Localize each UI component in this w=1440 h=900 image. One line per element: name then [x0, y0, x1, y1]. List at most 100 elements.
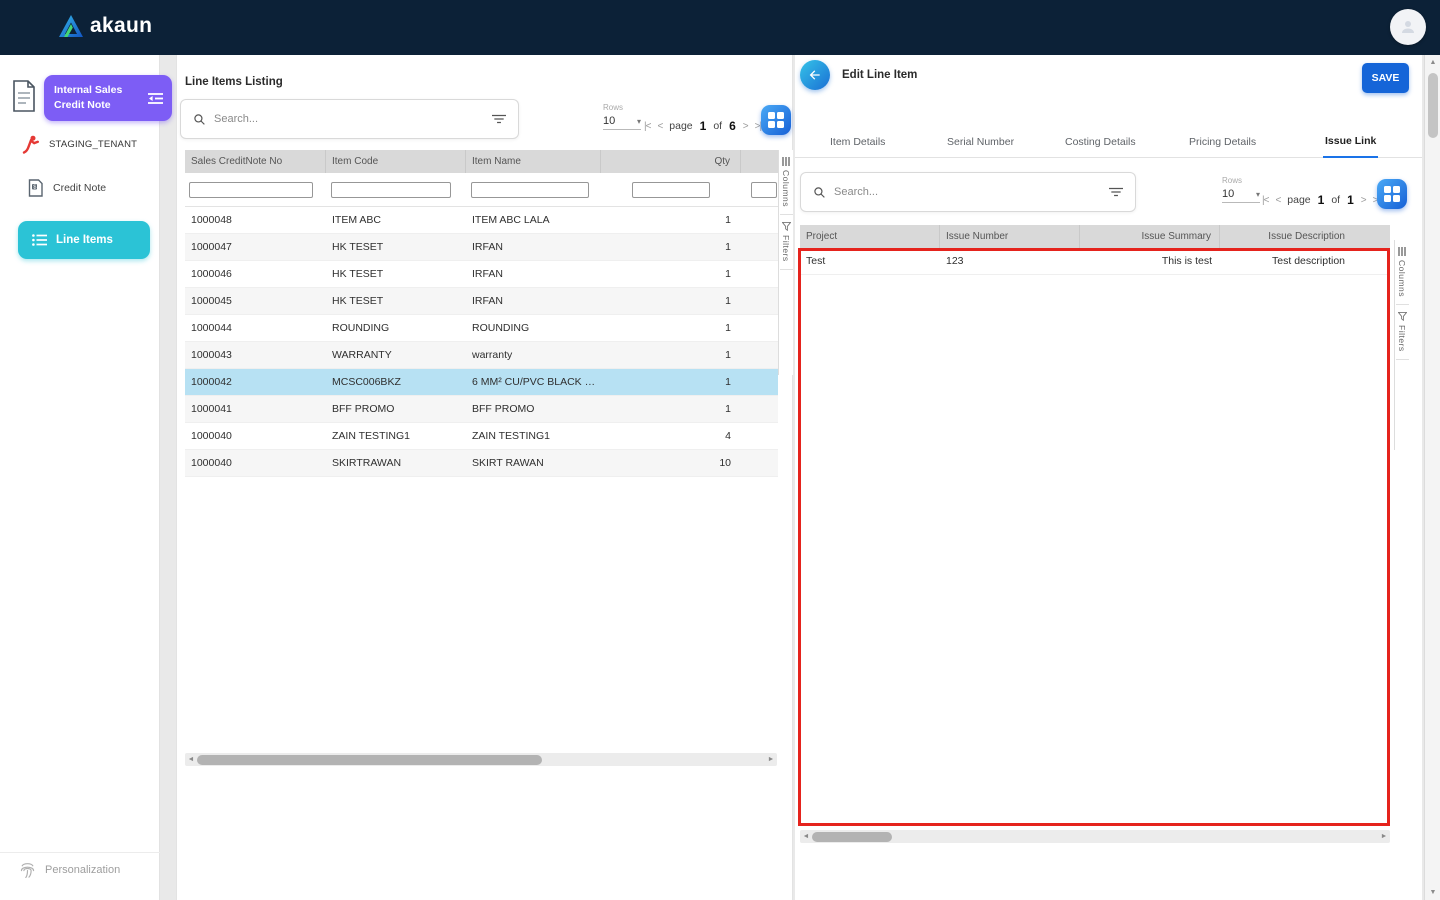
tab-item-details[interactable]: Item Details	[828, 125, 887, 158]
table-row[interactable]: 1000040SKIRTRAWANSKIRT RAWAN10	[185, 450, 778, 477]
sidebar-item-internal-sales-credit-note[interactable]: Internal Sales Credit Note	[44, 75, 172, 121]
current-page: 1	[700, 119, 707, 133]
cell-code: ITEM ABC	[326, 214, 466, 226]
scroll-left-icon[interactable]: ◄	[800, 830, 812, 843]
grid-view-button[interactable]	[1377, 179, 1407, 209]
scrollbar-track[interactable]	[812, 830, 1378, 843]
user-avatar-button[interactable]	[1390, 9, 1426, 45]
collapse-menu-button[interactable]	[142, 85, 168, 111]
scroll-left-icon[interactable]: ◄	[185, 753, 197, 766]
main-vertical-scrollbar[interactable]: ▲ ▼	[1424, 55, 1440, 900]
listing-title: Line Items Listing	[185, 76, 283, 88]
table-row[interactable]: 1000048ITEM ABCITEM ABC LALA1	[185, 207, 778, 234]
cell-code: SKIRTRAWAN	[326, 457, 466, 469]
filter-list-icon[interactable]	[1109, 186, 1123, 198]
tab-pricing-details[interactable]: Pricing Details	[1187, 125, 1258, 158]
tenant-icon	[22, 135, 39, 154]
sidebar-item-personalization[interactable]: Personalization	[20, 861, 120, 878]
cell-name: IRFAN	[466, 268, 601, 280]
first-page-button[interactable]: |<	[644, 121, 650, 132]
editor-horizontal-scrollbar[interactable]: ◄ ►	[800, 830, 1390, 843]
scrollbar-thumb[interactable]	[197, 755, 542, 765]
current-page: 1	[1318, 193, 1325, 207]
table-row[interactable]: 1000047HK TESETIRFAN1	[185, 234, 778, 261]
table-row[interactable]: 1000043WARRANTYwarranty1	[185, 342, 778, 369]
credit-note-label: Credit Note	[53, 182, 106, 194]
cell-code: ZAIN TESTING1	[326, 430, 466, 442]
scroll-right-icon[interactable]: ►	[1378, 830, 1390, 843]
cell-name: 6 MM² CU/PVC BLACK CABLE 1...	[466, 376, 601, 388]
tab-costing-details[interactable]: Costing Details	[1063, 125, 1138, 158]
scrollbar-track[interactable]	[197, 753, 765, 766]
tab-issue-link[interactable]: Issue Link	[1323, 125, 1378, 158]
table-row[interactable]: 1000045HK TESETIRFAN1	[185, 288, 778, 315]
fingerprint-icon	[20, 861, 35, 878]
columns-rail-label: Columns	[1397, 260, 1407, 297]
back-button[interactable]	[800, 60, 830, 90]
cell-qty: 1	[601, 241, 741, 253]
table-row[interactable]: Test123This is testTest description	[800, 248, 1390, 275]
app-root: akaun Internal Sales Credit Note STAGING…	[0, 0, 1440, 900]
svg-text:$: $	[33, 185, 36, 191]
next-page-button[interactable]: >	[1361, 195, 1366, 206]
rows-per-page-select[interactable]: 10 ▾	[1222, 188, 1260, 203]
annotation-rectangle	[798, 248, 1390, 826]
filters-rail-button[interactable]: Filters	[1397, 312, 1407, 352]
cell-code: MCSC006BKZ	[326, 376, 466, 388]
table-row[interactable]: 1000041BFF PROMOBFF PROMO1	[185, 396, 778, 423]
grid-icon	[1384, 186, 1401, 203]
filter-funnel-icon	[1398, 312, 1407, 321]
columns-rail-button[interactable]: Columns	[781, 157, 791, 207]
columns-rail-button[interactable]: Columns	[1397, 247, 1407, 297]
sidebar-item-tenant[interactable]: STAGING_TENANT	[22, 135, 137, 154]
scroll-right-icon[interactable]: ►	[765, 753, 777, 766]
next-page-button[interactable]: >	[743, 121, 748, 132]
cell-qty: 1	[601, 403, 741, 415]
filter-list-icon[interactable]	[492, 113, 506, 125]
listing-search-input[interactable]	[214, 113, 484, 125]
cell-no: 1000043	[185, 349, 326, 361]
filter-funnel-icon	[782, 222, 791, 231]
listing-filter-row	[185, 173, 778, 207]
table-row[interactable]: 1000044ROUNDINGROUNDING1	[185, 315, 778, 342]
rows-value: 10	[603, 115, 615, 127]
column-filter-input[interactable]	[751, 182, 777, 198]
sidebar-item-credit-note[interactable]: $ Credit Note	[28, 179, 106, 197]
scrollbar-thumb[interactable]	[812, 832, 892, 842]
column-header: Issue Description	[1220, 225, 1390, 248]
filters-rail-label: Filters	[1397, 325, 1407, 352]
cell-code: HK TESET	[326, 295, 466, 307]
cell-no: 1000048	[185, 214, 326, 226]
filters-rail-button[interactable]: Filters	[781, 222, 791, 262]
column-filter-input[interactable]	[189, 182, 313, 198]
column-header: Issue Summary	[1080, 225, 1220, 248]
grid-icon	[768, 112, 785, 129]
prev-page-button[interactable]: <	[1275, 195, 1280, 206]
editor-search-input[interactable]	[834, 186, 1101, 198]
rows-per-page-select[interactable]: 10 ▾	[603, 115, 641, 130]
cell-qty: 1	[601, 349, 741, 361]
cell-name: BFF PROMO	[466, 403, 601, 415]
table-row[interactable]: 1000042MCSC006BKZ6 MM² CU/PVC BLACK CABL…	[185, 369, 778, 396]
table-row[interactable]: 1000040ZAIN TESTING1ZAIN TESTING14	[185, 423, 778, 450]
drag-grip-icon	[1398, 247, 1406, 256]
listing-horizontal-scrollbar[interactable]: ◄ ►	[185, 753, 777, 766]
sidebar-item-line-items[interactable]: Line Items	[18, 221, 150, 259]
scroll-down-icon[interactable]: ▼	[1425, 885, 1440, 900]
column-filter-input[interactable]	[331, 182, 451, 198]
prev-page-button[interactable]: <	[657, 121, 662, 132]
scrollbar-thumb[interactable]	[1428, 73, 1438, 138]
grid-view-button[interactable]	[761, 105, 791, 135]
tab-serial-number[interactable]: Serial Number	[945, 125, 1016, 158]
rows-value: 10	[1222, 188, 1234, 200]
column-filter-input[interactable]	[471, 182, 589, 198]
table-row[interactable]: 1000046HK TESETIRFAN1	[185, 261, 778, 288]
first-page-button[interactable]: |<	[1262, 195, 1268, 206]
save-button[interactable]: SAVE	[1362, 63, 1409, 93]
column-header-blank	[741, 150, 778, 173]
column-header: Project	[800, 225, 940, 248]
person-icon	[1399, 18, 1417, 36]
page-word: page	[1287, 194, 1310, 206]
scroll-up-icon[interactable]: ▲	[1425, 55, 1440, 70]
column-filter-input[interactable]	[632, 182, 710, 198]
